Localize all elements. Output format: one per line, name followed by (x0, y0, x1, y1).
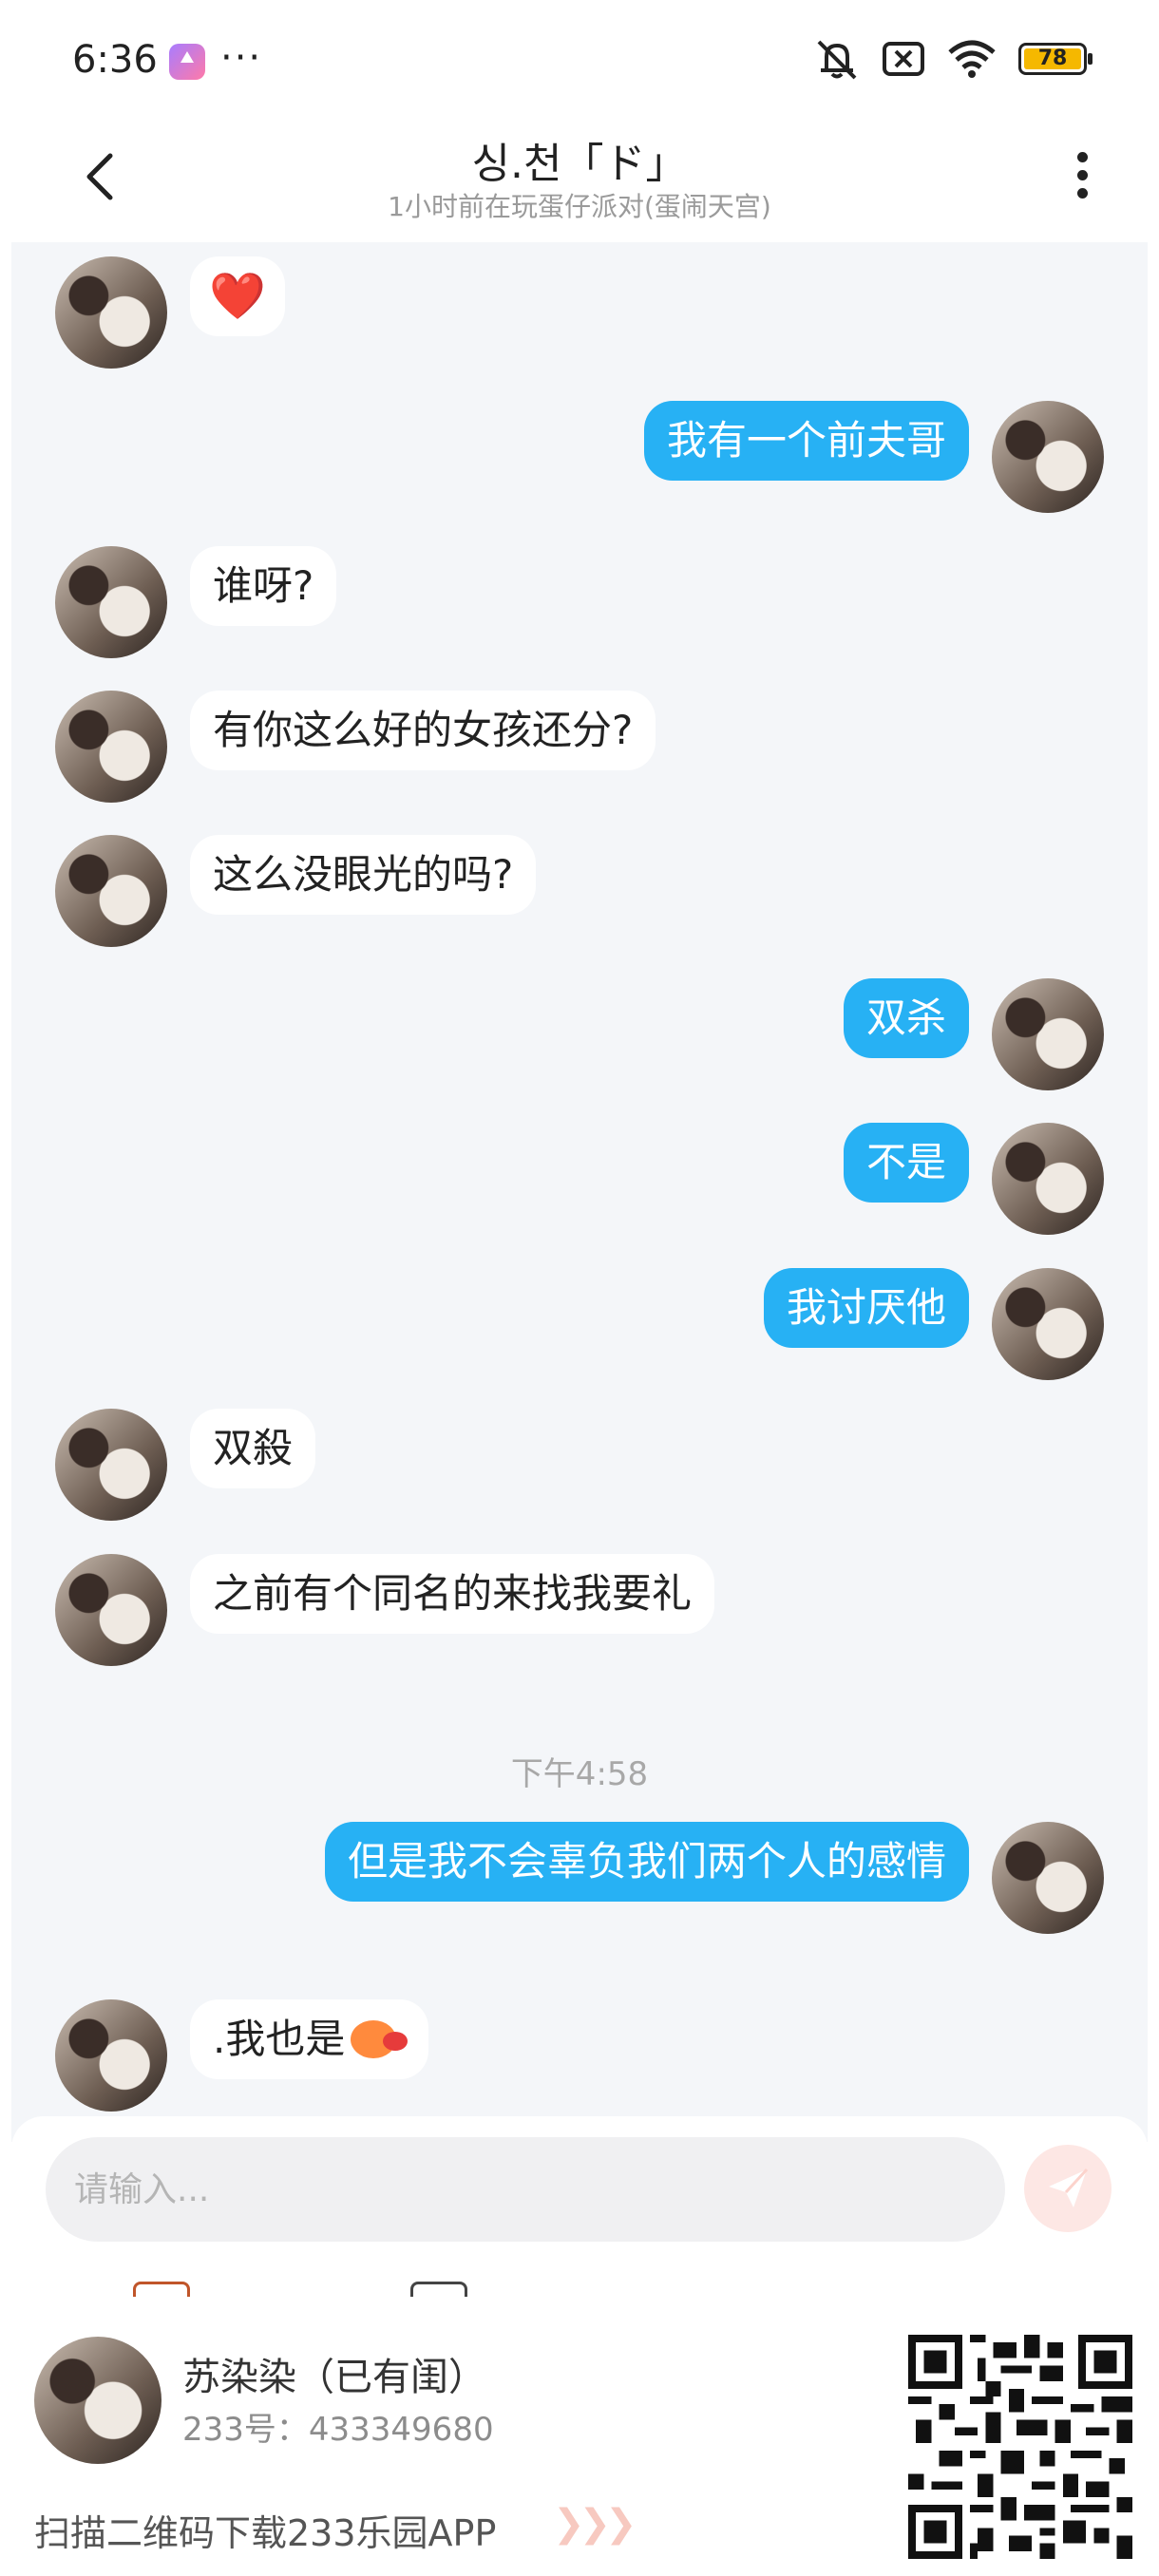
contact-avatar[interactable] (55, 691, 167, 803)
contact-avatar[interactable] (55, 256, 167, 369)
message-bubble[interactable]: 之前有个同名的来找我要礼 (190, 1554, 715, 1634)
contact-avatar[interactable] (55, 835, 167, 947)
message-outgoing: 双杀 (843, 978, 1104, 1090)
contact-name[interactable]: 싱.천「ド」 (0, 129, 1159, 190)
status-time: 6:36 (72, 38, 158, 82)
message-bubble[interactable]: 这么没眼光的吗? (190, 835, 537, 915)
message-timestamp: 下午4:58 (510, 1755, 649, 1793)
battery-level: 78 (1024, 48, 1081, 69)
status-icons: 78 (813, 38, 1092, 80)
message-incoming: 这么没眼光的吗? (55, 835, 537, 947)
profile-name: 苏染染（已有闺） (182, 2356, 486, 2399)
notification-app-icon (169, 44, 205, 80)
message-outgoing: 我有一个前夫哥 (643, 401, 1104, 513)
message-outgoing: 不是 (843, 1123, 1104, 1235)
message-list[interactable]: ❤️ 我有一个前夫哥 谁呀? 有你这么好的女孩还分? 这么没眼光的吗? 双杀 不… (11, 242, 1148, 2142)
my-avatar[interactable] (992, 1123, 1104, 1235)
chat-screen: 6:36 ··· 78 싱.천「ド」 1小时前在玩蛋仔派对(蛋闹天宫) ❤️ 我… (0, 0, 1159, 2576)
contact-avatar[interactable] (55, 1409, 167, 1521)
contact-activity-status: 1小时前在玩蛋仔派对(蛋闹天宫) (388, 191, 771, 222)
message-incoming: .我也是 (55, 1999, 429, 2112)
my-avatar[interactable] (992, 401, 1104, 513)
message-incoming: 有你这么好的女孩还分? (55, 691, 656, 803)
download-prompt: 扫描二维码下载233乐园APP (34, 2512, 497, 2554)
my-avatar[interactable] (992, 978, 1104, 1090)
send-button[interactable] (1024, 2145, 1112, 2232)
sticker-emoji-icon (345, 2017, 408, 2060)
message-bubble[interactable]: 双杀 (843, 978, 969, 1058)
message-outgoing: 但是我不会辜负我们两个人的感情 (324, 1822, 1104, 1934)
chat-header: 싱.천「ド」 1小时前在玩蛋仔派对(蛋闹天宫) (0, 123, 1159, 237)
no-sim-icon (883, 42, 924, 76)
message-bubble[interactable]: 谁呀? (190, 546, 337, 626)
paper-plane-icon (1049, 2168, 1089, 2207)
more-options-icon[interactable] (1068, 146, 1096, 207)
message-bubble[interactable]: 但是我不会辜负我们两个人的感情 (324, 1822, 969, 1902)
contact-avatar[interactable] (55, 1999, 167, 2112)
chevrons-icon: ❯❯❯ (553, 2502, 637, 2546)
message-incoming: 之前有个同名的来找我要礼 (55, 1554, 715, 1666)
message-incoming: ❤️ (55, 256, 285, 369)
my-avatar[interactable] (992, 1822, 1104, 1934)
contact-avatar[interactable] (55, 546, 167, 658)
message-bubble[interactable]: .我也是 (190, 1999, 429, 2079)
message-incoming: 谁呀? (55, 546, 337, 658)
message-incoming: 双殺 (55, 1409, 316, 1521)
composer-bar (11, 2116, 1148, 2287)
message-bubble[interactable]: 我讨厌他 (763, 1268, 969, 1348)
more-notifications-icon: ··· (220, 36, 263, 80)
share-card-footer: 苏染染（已有闺） 233号：433349680 扫描二维码下载233乐园APP … (0, 2297, 1159, 2576)
my-avatar[interactable] (992, 1268, 1104, 1380)
message-bubble[interactable]: ❤️ (190, 256, 285, 336)
profile-id: 233号：433349680 (182, 2411, 494, 2449)
message-outgoing: 我讨厌他 (763, 1268, 1104, 1380)
message-bubble[interactable]: 有你这么好的女孩还分? (190, 691, 656, 770)
wifi-icon (948, 40, 996, 78)
mute-vibrate-icon (817, 40, 857, 80)
message-bubble[interactable]: 双殺 (190, 1409, 316, 1488)
message-bubble[interactable]: 我有一个前夫哥 (643, 401, 969, 481)
contact-avatar[interactable] (55, 1554, 167, 1666)
emoji-toolbar-icon[interactable] (133, 2282, 190, 2297)
battery-icon: 78 (1018, 43, 1092, 75)
profile-avatar (34, 2337, 162, 2464)
message-text: .我也是 (213, 2016, 346, 2062)
message-bubble[interactable]: 不是 (843, 1123, 969, 1203)
image-toolbar-icon[interactable] (410, 2282, 467, 2297)
status-bar: 6:36 ··· 78 (0, 0, 1159, 123)
message-input[interactable] (46, 2137, 1005, 2242)
qr-code (908, 2335, 1132, 2559)
